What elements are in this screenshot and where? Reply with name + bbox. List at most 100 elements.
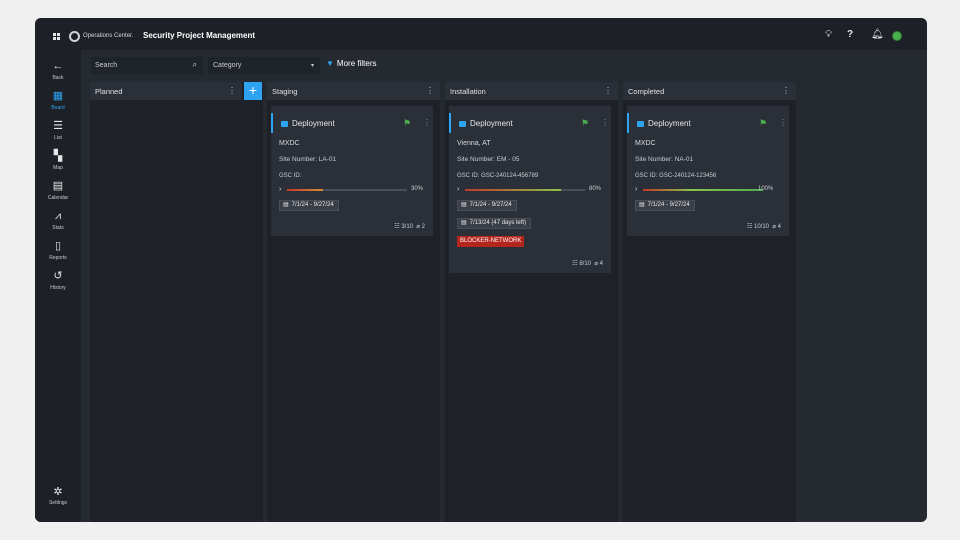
card-menu-icon[interactable]: ⋮ [423,118,431,127]
settings-button[interactable]: ✲ Settings [35,486,81,506]
gear-icon: ✲ [53,486,63,498]
user-avatar[interactable] [892,31,902,41]
sidebar-item-label: Stats [52,225,64,231]
sidebar-item-list[interactable]: ☰ List [35,120,81,141]
sidebar-item-label: Board [51,105,65,111]
project-card[interactable]: Deployment ⚑ ⋮ Vienna, AT Site Number: E… [449,106,611,273]
flag-icon[interactable]: ⚑ [759,118,767,129]
calendar-icon: ▤ [283,202,289,208]
checklist-count: 10/10 [754,224,770,230]
blocker-badge[interactable]: BLOCKER-NETWORK [457,236,525,247]
more-options-icon[interactable]: ⋮ [782,86,790,95]
search-input[interactable]: Search ⌕ [91,57,203,74]
progress-percent: 100% [758,186,774,192]
site-number: Site Number: NA-01 [635,156,694,163]
column-header: Completed ⋮ [623,82,796,100]
column-planned: Planned ⋮ [90,82,263,522]
project-card[interactable]: Deployment ⚑ ⋮ MXDC Site Number: LA-01 G… [271,106,433,236]
card-accent [627,113,629,133]
sidebar-item-stats[interactable]: ⩘ Stats [35,210,81,231]
sidebar-item-label: Map [53,165,63,171]
org-name: Operations Center. [83,33,134,39]
chevron-right-icon[interactable]: › [635,186,637,193]
more-options-icon[interactable]: ⋮ [426,86,434,95]
back-label: Back [52,75,64,81]
sidebar-item-map[interactable]: ▚ Map [35,150,81,171]
chevron-right-icon[interactable]: › [279,186,281,193]
map-icon: ▚ [53,150,63,162]
calendar-icon: ▤ [52,180,64,192]
sidebar-item-calendar[interactable]: ▤ Calendar [35,180,81,201]
sidebar-item-label: Calendar [47,195,69,201]
page-title: Security Project Management [143,31,256,40]
gsc-label: GSC ID: [457,173,480,179]
progress-fill [465,189,561,191]
column-installation: Installation ⋮ Deployment ⚑ ⋮ Vienna, AT… [445,82,618,522]
add-card-button[interactable]: + [244,82,262,100]
search-placeholder: Search [95,62,118,69]
board-icon: ▦ [52,90,64,102]
checklist-count: 8/10 [579,261,592,267]
calendar-icon: ▤ [639,202,645,208]
site-number: Site Number: LA-01 [279,156,337,163]
gsc-label: GSC ID: [635,173,658,179]
more-options-icon[interactable]: ⋮ [604,86,612,95]
card-name: MXDC [635,140,656,147]
sidebar-item-label: History [50,285,66,291]
column-staging: Staging ⋮ Deployment ⚑ ⋮ MXDC Site Numbe… [267,82,440,522]
sidebar-item-history[interactable]: ↺ History [35,270,81,291]
deployment-icon [637,121,644,127]
due-date: 7/13/24 (47 days left) [469,220,527,226]
calendar-icon: ▤ [461,202,467,208]
app-grid-icon[interactable] [53,33,60,40]
search-icon: ⌕ [192,60,197,69]
flag-icon[interactable]: ⚑ [403,118,411,129]
sidebar-item-reports[interactable]: ▯ Reports [35,240,81,261]
progress-bar [465,189,585,191]
card-meta: ☷ 3/10 ⌀ 2 [394,223,425,230]
card-name: Vienna, AT [457,140,491,147]
history-icon: ↺ [53,270,63,282]
date-range-chip: ▤ 7/1/24 - 9/27/24 [279,200,339,211]
help-icon[interactable]: ? [847,30,853,40]
card-menu-icon[interactable]: ⋮ [779,118,787,127]
stats-icon: ⩘ [54,210,62,222]
bell-icon[interactable]: 🔔︎ [871,30,884,40]
deployment-icon [459,121,466,127]
checklist-count: 3/10 [401,224,414,230]
progress-percent: 80% [589,186,602,192]
gsc-label: GSC ID: [279,173,302,179]
card-type: Deployment [292,119,335,128]
category-select[interactable]: Category ▾ [208,57,320,74]
card-type: Deployment [648,119,691,128]
card-menu-icon[interactable]: ⋮ [601,118,609,127]
flag-icon[interactable]: ⚑ [581,118,589,129]
gsc-id: GSC ID: GSC-240124-123456 [635,172,716,179]
chevron-right-icon[interactable]: › [457,186,459,193]
attachment-icon: ⌀ [772,224,776,230]
progress-fill [643,189,763,191]
column-title: Staging [272,87,298,96]
bulb-icon[interactable]: 💡︎ [825,30,832,40]
gsc-id: GSC ID: GSC-240124-456789 [457,172,538,179]
card-type: Deployment [470,119,513,128]
gsc-value: GSC-240124-456789 [481,173,539,179]
chevron-down-icon: ▾ [310,63,314,69]
gsc-id: GSC ID: [279,172,301,179]
column-header: Staging ⋮ [267,82,440,100]
sidebar-item-board[interactable]: ▦ Board [35,90,81,111]
back-button[interactable]: ← Back [35,60,81,81]
card-meta: ☷ 8/10 ⌀ 4 [572,260,603,267]
more-filters-button[interactable]: ▼ More filters [326,59,376,68]
attachment-count: 4 [777,224,781,230]
site-number: Site Number: EM - 05 [457,156,520,163]
progress-bar [287,189,407,191]
card-accent [449,113,451,133]
card-accent [271,113,273,133]
progress-fill [287,189,323,191]
attachment-count: 2 [421,224,425,230]
project-card[interactable]: Deployment ⚑ ⋮ MXDC Site Number: NA-01 G… [627,106,789,236]
more-options-icon[interactable]: ⋮ [228,86,236,95]
arrow-left-icon: ← [52,60,64,72]
column-title: Completed [628,87,665,96]
